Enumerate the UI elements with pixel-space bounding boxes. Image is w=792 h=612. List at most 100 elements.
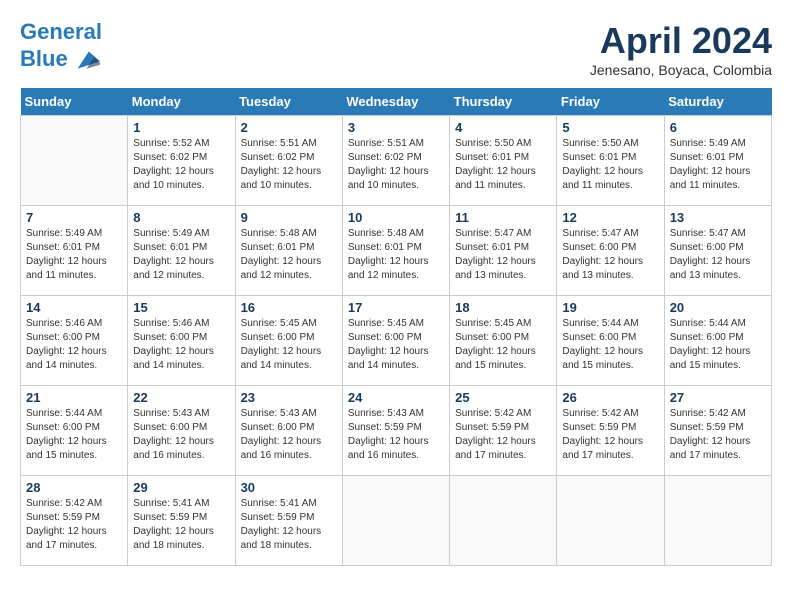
day-cell: 6 Sunrise: 5:49 AMSunset: 6:01 PMDaylight… [664,116,771,206]
week-row-0: 1Sunrise: 5:52 AMSunset: 6:02 PMDaylight… [21,116,772,206]
day-info: Sunrise: 5:48 AMSunset: 6:01 PMDaylight:… [348,227,444,283]
day-number: 13 [670,210,766,225]
day-info: Sunrise: 5:49 AMSunset: 6:01 PMDaylight:… [26,227,122,283]
day-cell: 5 Sunrise: 5:50 AMSunset: 6:01 PMDaylight… [557,116,664,206]
day-info: Sunrise: 5:42 AMSunset: 5:59 PMDaylight:… [455,407,551,463]
day-info: Sunrise: 5:47 AMSunset: 6:00 PMDaylight:… [562,227,658,283]
day-number: 16 [241,300,337,315]
day-number: 14 [26,300,122,315]
day-cell: 15 Sunrise: 5:46 AMSunset: 6:00 PMDayligh… [128,296,235,386]
day-info: Sunrise: 5:45 AMSunset: 6:00 PMDaylight:… [455,317,551,373]
day-number: 5 [562,120,658,135]
day-number: 2 [241,120,337,135]
day-cell: 27 Sunrise: 5:42 AMSunset: 5:59 PMDayligh… [664,386,771,476]
day-info: Sunrise: 5:47 AMSunset: 6:00 PMDaylight:… [670,227,766,283]
weekday-header-saturday: Saturday [664,88,771,116]
day-number: 28 [26,480,122,495]
day-number: 4 [455,120,551,135]
day-number: 6 [670,120,766,135]
day-cell: 29 Sunrise: 5:41 AMSunset: 5:59 PMDayligh… [128,476,235,566]
day-cell: 11 Sunrise: 5:47 AMSunset: 6:01 PMDayligh… [450,206,557,296]
day-cell: 13 Sunrise: 5:47 AMSunset: 6:00 PMDayligh… [664,206,771,296]
logo-text: General [20,20,102,44]
day-cell: 17 Sunrise: 5:45 AMSunset: 6:00 PMDayligh… [342,296,449,386]
day-number: 27 [670,390,766,405]
day-cell: 30 Sunrise: 5:41 AMSunset: 5:59 PMDayligh… [235,476,342,566]
day-cell [21,116,128,206]
day-info: Sunrise: 5:49 AMSunset: 6:01 PMDaylight:… [133,227,229,283]
day-cell: 23 Sunrise: 5:43 AMSunset: 6:00 PMDayligh… [235,386,342,476]
day-info: Sunrise: 5:50 AMSunset: 6:01 PMDaylight:… [455,137,551,193]
day-cell: 12 Sunrise: 5:47 AMSunset: 6:00 PMDayligh… [557,206,664,296]
day-cell: 19 Sunrise: 5:44 AMSunset: 6:00 PMDayligh… [557,296,664,386]
month-title: April 2024 [590,20,772,62]
day-info: Sunrise: 5:45 AMSunset: 6:00 PMDaylight:… [348,317,444,373]
weekday-header-tuesday: Tuesday [235,88,342,116]
calendar-table: SundayMondayTuesdayWednesdayThursdayFrid… [20,88,772,566]
day-info: Sunrise: 5:50 AMSunset: 6:01 PMDaylight:… [562,137,658,193]
day-number: 11 [455,210,551,225]
day-info: Sunrise: 5:46 AMSunset: 6:00 PMDaylight:… [133,317,229,373]
weekday-header-monday: Monday [128,88,235,116]
day-cell: 4 Sunrise: 5:50 AMSunset: 6:01 PMDaylight… [450,116,557,206]
day-info: Sunrise: 5:44 AMSunset: 6:00 PMDaylight:… [562,317,658,373]
weekday-header-friday: Friday [557,88,664,116]
day-cell: 3 Sunrise: 5:51 AMSunset: 6:02 PMDaylight… [342,116,449,206]
day-info: Sunrise: 5:51 AMSunset: 6:02 PMDaylight:… [348,137,444,193]
weekday-header-wednesday: Wednesday [342,88,449,116]
day-info: Sunrise: 5:43 AMSunset: 6:00 PMDaylight:… [133,407,229,463]
day-number: 7 [26,210,122,225]
day-number: 26 [562,390,658,405]
day-number: 20 [670,300,766,315]
day-cell: 8 Sunrise: 5:49 AMSunset: 6:01 PMDaylight… [128,206,235,296]
day-info: Sunrise: 5:42 AMSunset: 5:59 PMDaylight:… [26,497,122,553]
weekday-header-row: SundayMondayTuesdayWednesdayThursdayFrid… [21,88,772,116]
day-cell: 16Sunrise: 5:45 AMSunset: 6:00 PMDayligh… [235,296,342,386]
logo-blue-text: Blue [20,47,68,71]
day-info: Sunrise: 5:48 AMSunset: 6:01 PMDaylight:… [241,227,337,283]
calendar-body: 1Sunrise: 5:52 AMSunset: 6:02 PMDaylight… [21,116,772,566]
day-cell: 2 Sunrise: 5:51 AMSunset: 6:02 PMDaylight… [235,116,342,206]
day-number: 30 [241,480,337,495]
day-cell [342,476,449,566]
week-row-1: 7 Sunrise: 5:49 AMSunset: 6:01 PMDaylight… [21,206,772,296]
day-cell [664,476,771,566]
day-cell: 20Sunrise: 5:44 AMSunset: 6:00 PMDayligh… [664,296,771,386]
week-row-2: 14 Sunrise: 5:46 AMSunset: 6:00 PMDayligh… [21,296,772,386]
day-cell [557,476,664,566]
day-cell: 1Sunrise: 5:52 AMSunset: 6:02 PMDaylight… [128,116,235,206]
week-row-3: 21Sunrise: 5:44 AMSunset: 6:00 PMDayligh… [21,386,772,476]
day-cell: 14Sunrise: 5:46 AMSunset: 6:00 PMDayligh… [21,296,128,386]
weekday-header-thursday: Thursday [450,88,557,116]
day-cell: 25Sunrise: 5:42 AMSunset: 5:59 PMDayligh… [450,386,557,476]
day-cell: 9 Sunrise: 5:48 AMSunset: 6:01 PMDaylight… [235,206,342,296]
day-number: 18 [455,300,551,315]
location: Jenesano, Boyaca, Colombia [590,62,772,78]
day-info: Sunrise: 5:42 AMSunset: 5:59 PMDaylight:… [670,407,766,463]
day-number: 1 [133,120,229,135]
week-row-4: 28 Sunrise: 5:42 AMSunset: 5:59 PMDayligh… [21,476,772,566]
day-number: 29 [133,480,229,495]
day-number: 15 [133,300,229,315]
title-area: April 2024 Jenesano, Boyaca, Colombia [590,20,772,78]
day-info: Sunrise: 5:44 AMSunset: 6:00 PMDaylight:… [26,407,122,463]
day-info: Sunrise: 5:47 AMSunset: 6:01 PMDaylight:… [455,227,551,283]
day-info: Sunrise: 5:43 AMSunset: 6:00 PMDaylight:… [241,407,337,463]
day-info: Sunrise: 5:41 AMSunset: 5:59 PMDaylight:… [133,497,229,553]
day-cell: 10 Sunrise: 5:48 AMSunset: 6:01 PMDayligh… [342,206,449,296]
day-info: Sunrise: 5:41 AMSunset: 5:59 PMDaylight:… [241,497,337,553]
day-number: 23 [241,390,337,405]
day-number: 19 [562,300,658,315]
weekday-header-sunday: Sunday [21,88,128,116]
day-number: 8 [133,210,229,225]
day-info: Sunrise: 5:51 AMSunset: 6:02 PMDaylight:… [241,137,337,193]
day-cell: 28 Sunrise: 5:42 AMSunset: 5:59 PMDayligh… [21,476,128,566]
day-number: 17 [348,300,444,315]
day-number: 3 [348,120,444,135]
logo: General Blue [20,20,102,74]
day-info: Sunrise: 5:49 AMSunset: 6:01 PMDaylight:… [670,137,766,193]
day-number: 10 [348,210,444,225]
day-number: 12 [562,210,658,225]
day-number: 9 [241,210,337,225]
day-number: 22 [133,390,229,405]
